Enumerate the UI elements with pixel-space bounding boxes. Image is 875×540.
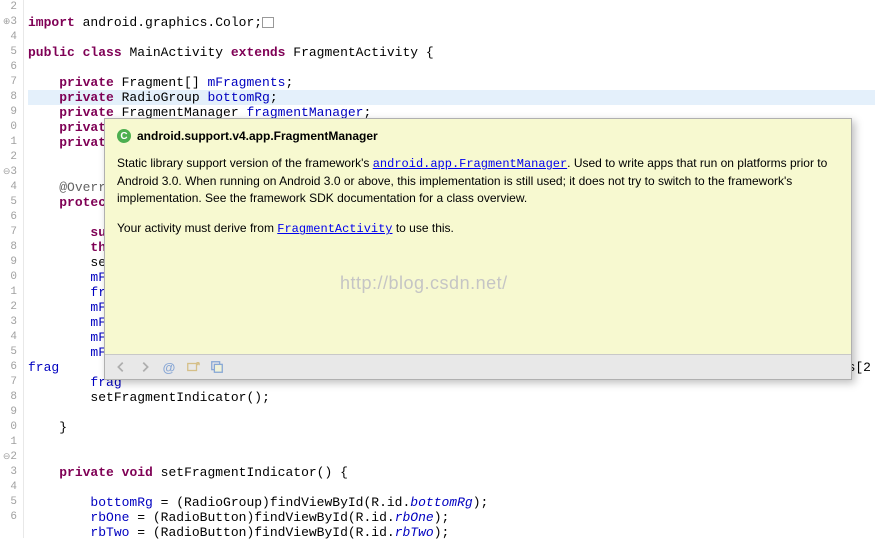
forward-icon[interactable] <box>137 359 153 375</box>
tooltip-paragraph: Your activity must derive from FragmentA… <box>117 220 839 238</box>
tooltip-toolbar: @ <box>105 354 851 379</box>
current-line: private RadioGroup bottomRg; <box>28 90 875 105</box>
line-gutter: 2 ⊕3 4 5 6 7 8 9 0 1 2 ⊖3 4 5 6 7 8 9 0 … <box>0 0 24 538</box>
open-external-icon[interactable] <box>209 359 225 375</box>
class-icon: C <box>117 129 131 143</box>
tooltip-title-text: android.support.v4.app.FragmentManager <box>137 129 378 143</box>
tooltip-content[interactable]: C android.support.v4.app.FragmentManager… <box>105 119 851 354</box>
tooltip-paragraph: Static library support version of the fr… <box>117 155 839 206</box>
annotation-icon[interactable]: @ <box>161 359 177 375</box>
show-in-view-icon[interactable] <box>185 359 201 375</box>
back-icon[interactable] <box>113 359 129 375</box>
javadoc-tooltip: C android.support.v4.app.FragmentManager… <box>104 118 852 380</box>
fragmentactivity-link[interactable]: FragmentActivity <box>277 222 392 236</box>
fragmentmanager-link[interactable]: android.app.FragmentManager <box>373 157 567 171</box>
